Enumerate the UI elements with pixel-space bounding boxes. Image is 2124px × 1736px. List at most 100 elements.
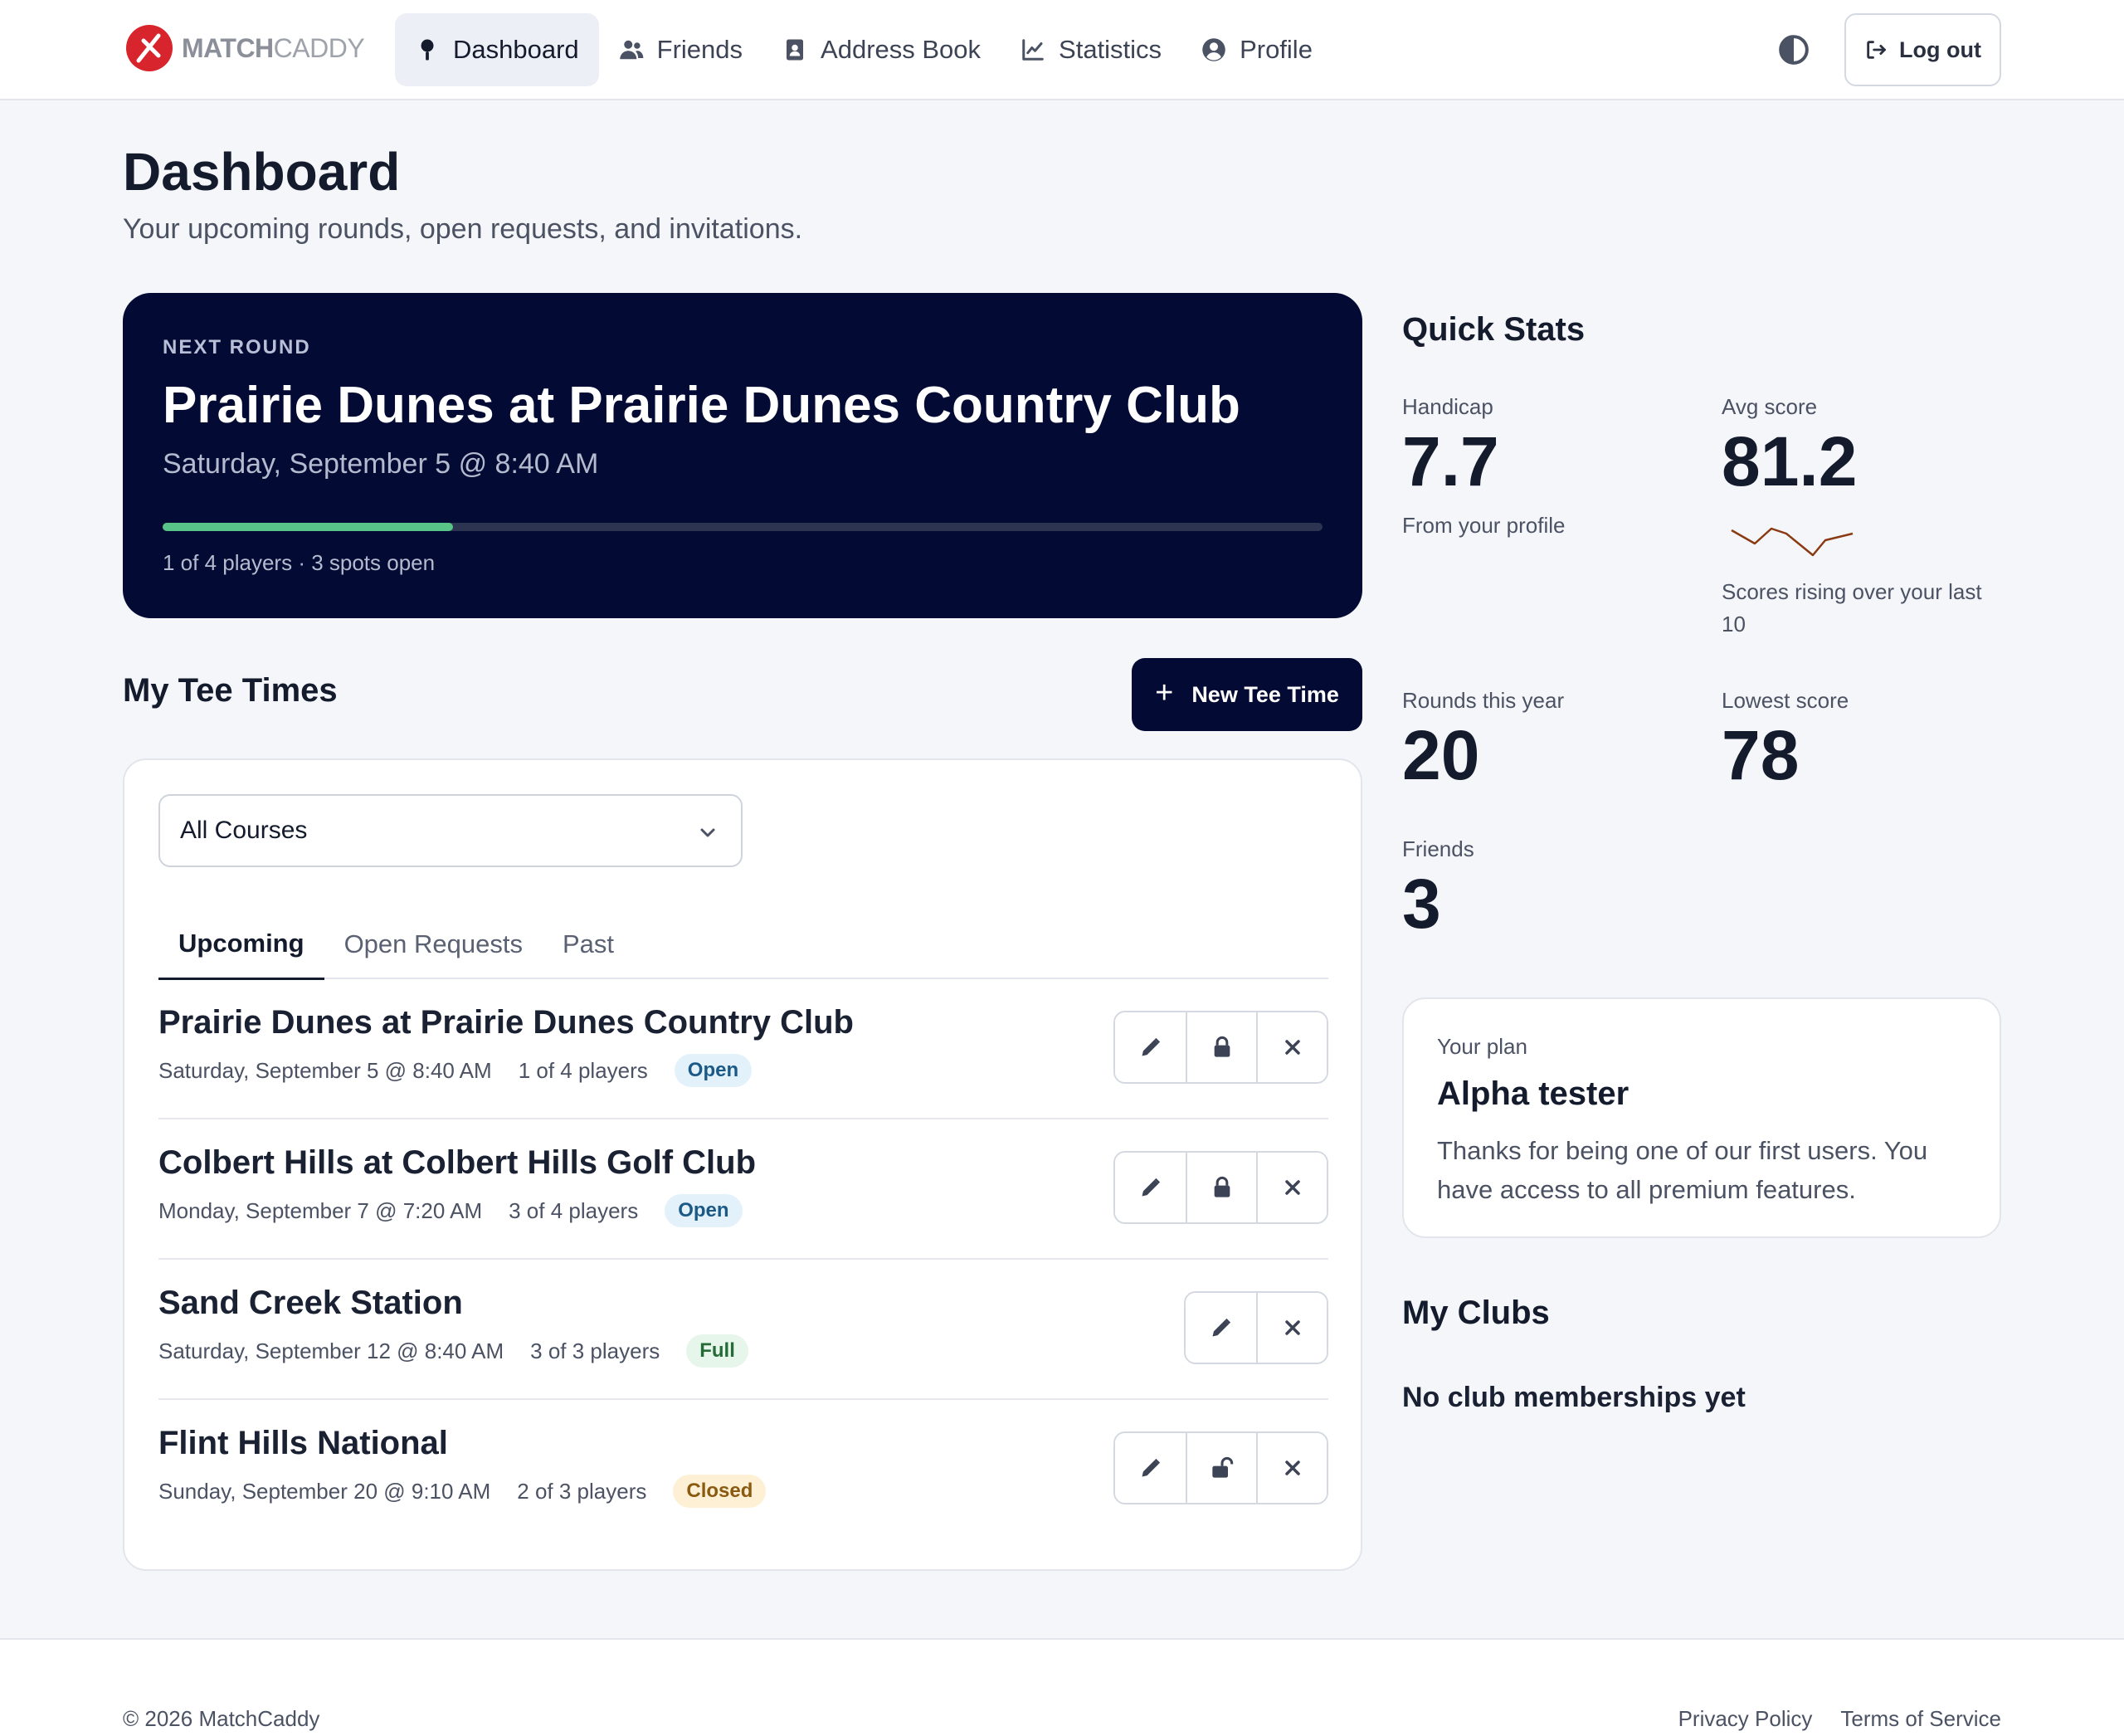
edit-button[interactable] (1115, 1153, 1186, 1222)
golf-ball-tee-icon (415, 37, 440, 62)
course-filter-value: All Courses (180, 817, 308, 844)
nav-label: Address Book (821, 35, 982, 64)
tee-time-players: 2 of 3 players (517, 1478, 647, 1504)
next-round-title: Prairie Dunes at Prairie Dunes Country C… (163, 377, 1240, 434)
tee-time-actions (1113, 1431, 1328, 1504)
stat-handicap: Handicap 7.7 From your profile (1402, 394, 1566, 542)
address-book-icon (782, 37, 807, 62)
brand-logo[interactable]: MATCHCADDY (125, 24, 365, 72)
tee-times-list: Prairie Dunes at Prairie Dunes Country C… (158, 979, 1328, 1540)
cancel-button[interactable] (1256, 1293, 1327, 1363)
tee-time-players: 1 of 4 players (518, 1057, 648, 1083)
tee-time-players: 3 of 3 players (530, 1338, 660, 1363)
stat-label: Lowest score (1722, 688, 1849, 713)
stat-value: 78 (1722, 716, 1800, 794)
edit-button[interactable] (1115, 1012, 1186, 1082)
chevron-down-icon (700, 828, 715, 837)
tee-time-course: Colbert Hills at Colbert Hills Golf Club (158, 1144, 757, 1181)
page-title: Dashboard (123, 142, 401, 202)
lock-icon (1214, 1036, 1230, 1057)
lock-icon (1214, 1176, 1230, 1197)
tee-time-actions (1184, 1291, 1328, 1364)
privacy-policy-link[interactable]: Privacy Policy (1678, 1706, 1813, 1732)
page-subtitle: Your upcoming rounds, open requests, and… (123, 213, 803, 245)
tab-upcoming[interactable]: Upcoming (158, 909, 324, 980)
stat-label: Avg score (1722, 394, 1818, 419)
stat-value: 3 (1402, 865, 1441, 943)
plan-card: Your plan Alpha tester Thanks for being … (1402, 997, 2001, 1238)
terms-of-service-link[interactable]: Terms of Service (1840, 1706, 2001, 1732)
nav-label: Profile (1240, 35, 1313, 64)
status-badge: Open (665, 1194, 743, 1227)
tee-times-card: All Courses Upcoming Open Requests Past … (123, 758, 1362, 1571)
lock-button[interactable] (1186, 1153, 1256, 1222)
tab-past[interactable]: Past (543, 909, 634, 980)
stat-value: 20 (1402, 716, 1480, 794)
unlock-button[interactable] (1186, 1433, 1256, 1503)
tee-time-row[interactable]: Colbert Hills at Colbert Hills Golf Club… (158, 1119, 1328, 1260)
clubs-empty-state: No club memberships yet (1402, 1382, 1746, 1413)
stat-label: Rounds this year (1402, 688, 1565, 713)
plan-name: Alpha tester (1437, 1075, 1630, 1112)
status-badge: Closed (673, 1475, 767, 1508)
stat-label: Friends (1402, 836, 1474, 861)
tee-time-course: Prairie Dunes at Prairie Dunes Country C… (158, 1004, 854, 1041)
tee-time-meta: Sunday, September 20 @ 9:10 AM 2 of 3 pl… (158, 1475, 767, 1508)
nav-item-friends[interactable]: Friends (599, 13, 762, 86)
plan-label: Your plan (1437, 1034, 1527, 1059)
nav-item-dashboard[interactable]: Dashboard (395, 13, 599, 86)
quick-stats-heading: Quick Stats (1402, 311, 1586, 348)
next-round-eyebrow: NEXT ROUND (163, 336, 311, 358)
cancel-button[interactable] (1256, 1012, 1327, 1082)
golf-flag-logo-icon (126, 25, 173, 71)
contrast-icon[interactable] (1778, 34, 1810, 66)
edit-button[interactable] (1115, 1433, 1186, 1503)
next-round-card[interactable]: NEXT ROUND Prairie Dunes at Prairie Dune… (123, 293, 1362, 618)
tee-time-course: Sand Creek Station (158, 1285, 463, 1321)
status-badge: Open (674, 1054, 753, 1087)
close-icon (1284, 1040, 1300, 1055)
tee-time-date: Saturday, September 12 @ 8:40 AM (158, 1338, 504, 1363)
unlock-icon (1211, 1456, 1233, 1478)
players-progress-bar (163, 523, 1323, 531)
close-icon (1284, 1180, 1300, 1195)
tee-time-row[interactable]: Prairie Dunes at Prairie Dunes Country C… (158, 979, 1328, 1119)
pencil-icon (1212, 1318, 1230, 1337)
edit-button[interactable] (1186, 1293, 1256, 1363)
nav-label: Friends (656, 35, 743, 64)
main-nav: Dashboard Friends Address Book Statistic… (395, 13, 1332, 86)
stat-note: From your profile (1402, 513, 1566, 538)
tee-time-row[interactable]: Flint Hills National Sunday, September 2… (158, 1400, 1328, 1540)
tab-open-requests[interactable]: Open Requests (324, 909, 543, 980)
user-circle-icon (1201, 37, 1226, 62)
tee-time-row[interactable]: Sand Creek Station Saturday, September 1… (158, 1260, 1328, 1400)
chart-line-icon (1021, 37, 1045, 62)
close-icon (1284, 1320, 1300, 1335)
footer: © 2026 MatchCaddy Privacy Policy Terms o… (0, 1638, 2124, 1736)
new-tee-time-button[interactable]: + New Tee Time (1132, 658, 1362, 731)
cancel-button[interactable] (1256, 1153, 1327, 1222)
tee-time-date: Sunday, September 20 @ 9:10 AM (158, 1478, 491, 1504)
copyright: © 2026 MatchCaddy (123, 1706, 320, 1731)
nav-item-profile[interactable]: Profile (1181, 13, 1332, 86)
lock-button[interactable] (1186, 1012, 1256, 1082)
tee-time-actions (1113, 1011, 1328, 1084)
logout-label: Log out (1899, 37, 1981, 62)
top-navbar: MATCHCADDY Dashboard Friends Address Boo… (0, 0, 2124, 100)
course-filter-select[interactable]: All Courses (158, 794, 743, 867)
stat-friends: Friends 3 (1402, 836, 1474, 939)
pencil-icon (1142, 1037, 1160, 1056)
tee-time-meta: Saturday, September 5 @ 8:40 AM 1 of 4 p… (158, 1054, 753, 1087)
tee-times-heading: My Tee Times (123, 672, 338, 709)
stat-lowest-score: Lowest score 78 (1722, 688, 1849, 790)
cancel-button[interactable] (1256, 1433, 1327, 1503)
plus-icon: + (1155, 675, 1174, 710)
nav-label: Dashboard (453, 35, 579, 64)
nav-item-statistics[interactable]: Statistics (1001, 13, 1181, 86)
status-badge: Full (686, 1334, 748, 1368)
tee-time-players: 3 of 4 players (509, 1197, 639, 1223)
next-round-date: Saturday, September 5 @ 8:40 AM (163, 448, 599, 480)
nav-item-address-book[interactable]: Address Book (762, 13, 1001, 86)
logout-button[interactable]: Log out (1844, 13, 2001, 86)
sign-out-icon (1867, 41, 1886, 59)
